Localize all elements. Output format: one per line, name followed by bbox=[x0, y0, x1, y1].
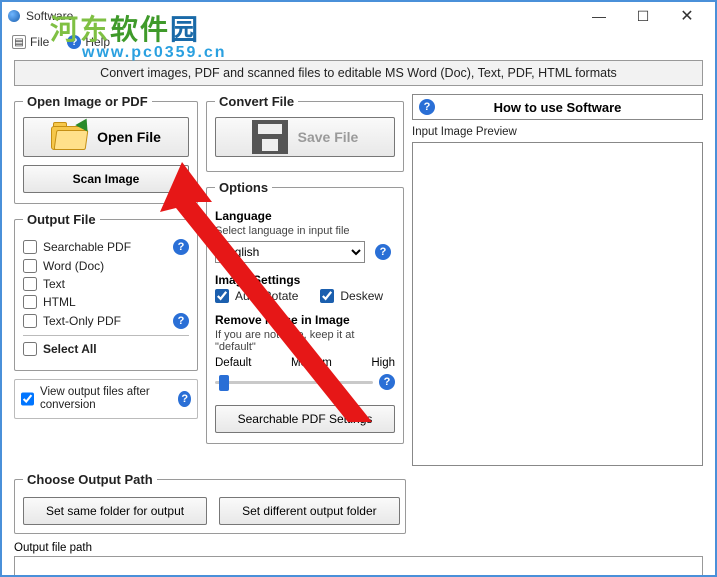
input-preview bbox=[412, 142, 703, 466]
open-image-group: Open Image or PDF Open File Scan Image bbox=[14, 94, 198, 204]
help-icon[interactable]: ? bbox=[178, 391, 191, 407]
open-file-label: Open File bbox=[97, 129, 161, 145]
checkbox[interactable] bbox=[23, 259, 37, 273]
window-title: Software bbox=[26, 9, 73, 23]
checkbox-label: View output files after conversion bbox=[40, 386, 172, 412]
checkbox-label: Auto Rotate bbox=[235, 289, 298, 303]
options-group: Options Language Select language in inpu… bbox=[206, 180, 404, 444]
image-settings-heading: Image Settings bbox=[215, 273, 395, 287]
checkbox-label: Text bbox=[43, 277, 65, 291]
open-file-button[interactable]: Open File bbox=[23, 117, 189, 157]
output-searchable-pdf[interactable]: Searchable PDF ? bbox=[23, 239, 189, 255]
noise-slider[interactable] bbox=[215, 373, 373, 391]
menu-help-label: Help bbox=[85, 35, 110, 49]
menu-file-label: File bbox=[30, 35, 49, 49]
output-text-only-pdf[interactable]: Text-Only PDF ? bbox=[23, 313, 189, 329]
how-to-use-button[interactable]: ? How to use Software bbox=[412, 94, 703, 120]
output-file-group: Output File Searchable PDF ? Word (Doc) … bbox=[14, 212, 198, 371]
scan-image-button[interactable]: Scan Image bbox=[23, 165, 189, 193]
save-file-button[interactable]: Save File bbox=[215, 117, 395, 157]
checkbox-label: Word (Doc) bbox=[43, 259, 104, 273]
menu-help[interactable]: ? Help bbox=[67, 35, 110, 49]
help-icon[interactable]: ? bbox=[379, 374, 395, 390]
set-different-folder-button[interactable]: Set different output folder bbox=[219, 497, 400, 525]
output-file-path-label: Output file path bbox=[14, 542, 703, 554]
convert-file-legend: Convert File bbox=[215, 94, 298, 109]
divider bbox=[23, 335, 189, 336]
menu-file[interactable]: ▤ File bbox=[12, 35, 49, 49]
deskew[interactable]: Deskew bbox=[320, 289, 383, 303]
checkbox-label: Deskew bbox=[340, 289, 383, 303]
noise-label-medium: Medium bbox=[291, 357, 332, 369]
file-icon: ▤ bbox=[12, 35, 26, 49]
help-icon[interactable]: ? bbox=[173, 239, 189, 255]
language-heading: Language bbox=[215, 209, 395, 223]
searchable-pdf-settings-button[interactable]: Searchable PDF Settings bbox=[215, 405, 395, 433]
menubar: ▤ File ? Help bbox=[2, 30, 715, 54]
save-file-label: Save File bbox=[298, 129, 359, 145]
choose-output-path-group: Choose Output Path Set same folder for o… bbox=[14, 472, 406, 534]
save-icon bbox=[252, 120, 288, 154]
checkbox-label: Text-Only PDF bbox=[43, 314, 121, 328]
noise-label-default: Default bbox=[215, 357, 251, 369]
output-file-path-field[interactable] bbox=[14, 556, 703, 576]
banner: Convert images, PDF and scanned files to… bbox=[14, 60, 703, 86]
app-window: 河东软件园 www.pc0359.cn Software — ☐ ✕ ▤ Fil… bbox=[0, 0, 717, 577]
checkbox[interactable] bbox=[215, 289, 229, 303]
noise-desc: If you are not sure, keep it at "default… bbox=[215, 329, 395, 353]
banner-text: Convert images, PDF and scanned files to… bbox=[100, 66, 617, 80]
output-file-legend: Output File bbox=[23, 212, 100, 227]
help-icon: ? bbox=[419, 99, 435, 115]
noise-label-high: High bbox=[371, 357, 395, 369]
button-label: Set same folder for output bbox=[46, 504, 184, 518]
choose-output-path-legend: Choose Output Path bbox=[23, 472, 157, 487]
view-output-files[interactable]: View output files after conversion ? bbox=[14, 379, 198, 419]
select-all[interactable]: Select All bbox=[23, 342, 189, 356]
set-same-folder-button[interactable]: Set same folder for output bbox=[23, 497, 207, 525]
help-icon[interactable]: ? bbox=[173, 313, 189, 329]
close-button[interactable]: ✕ bbox=[665, 3, 709, 29]
button-label: Searchable PDF Settings bbox=[238, 412, 373, 426]
noise-heading: Remove Noise in Image bbox=[215, 313, 395, 327]
how-to-label: How to use Software bbox=[494, 100, 622, 115]
language-select[interactable]: English bbox=[215, 241, 365, 263]
scan-image-label: Scan Image bbox=[73, 172, 140, 186]
help-icon[interactable]: ? bbox=[375, 244, 391, 260]
preview-label: Input Image Preview bbox=[412, 126, 703, 138]
auto-rotate[interactable]: Auto Rotate bbox=[215, 289, 298, 303]
language-desc: Select language in input file bbox=[215, 225, 395, 237]
maximize-button[interactable]: ☐ bbox=[621, 3, 665, 29]
checkbox[interactable] bbox=[23, 277, 37, 291]
checkbox[interactable] bbox=[23, 314, 37, 328]
checkbox[interactable] bbox=[23, 295, 37, 309]
checkbox-label: Searchable PDF bbox=[43, 240, 131, 254]
convert-file-group: Convert File Save File bbox=[206, 94, 404, 172]
button-label: Set different output folder bbox=[242, 504, 377, 518]
minimize-button[interactable]: — bbox=[577, 3, 621, 29]
folder-open-icon bbox=[51, 122, 87, 152]
app-icon bbox=[8, 10, 20, 22]
open-image-legend: Open Image or PDF bbox=[23, 94, 152, 109]
options-legend: Options bbox=[215, 180, 272, 195]
checkbox-label: Select All bbox=[43, 342, 97, 356]
output-html[interactable]: HTML bbox=[23, 295, 189, 309]
output-word[interactable]: Word (Doc) bbox=[23, 259, 189, 273]
checkbox[interactable] bbox=[23, 342, 37, 356]
checkbox-label: HTML bbox=[43, 295, 76, 309]
help-icon: ? bbox=[67, 35, 81, 49]
checkbox[interactable] bbox=[23, 240, 37, 254]
output-text[interactable]: Text bbox=[23, 277, 189, 291]
checkbox[interactable] bbox=[21, 392, 34, 406]
titlebar: Software — ☐ ✕ bbox=[2, 2, 715, 30]
checkbox[interactable] bbox=[320, 289, 334, 303]
